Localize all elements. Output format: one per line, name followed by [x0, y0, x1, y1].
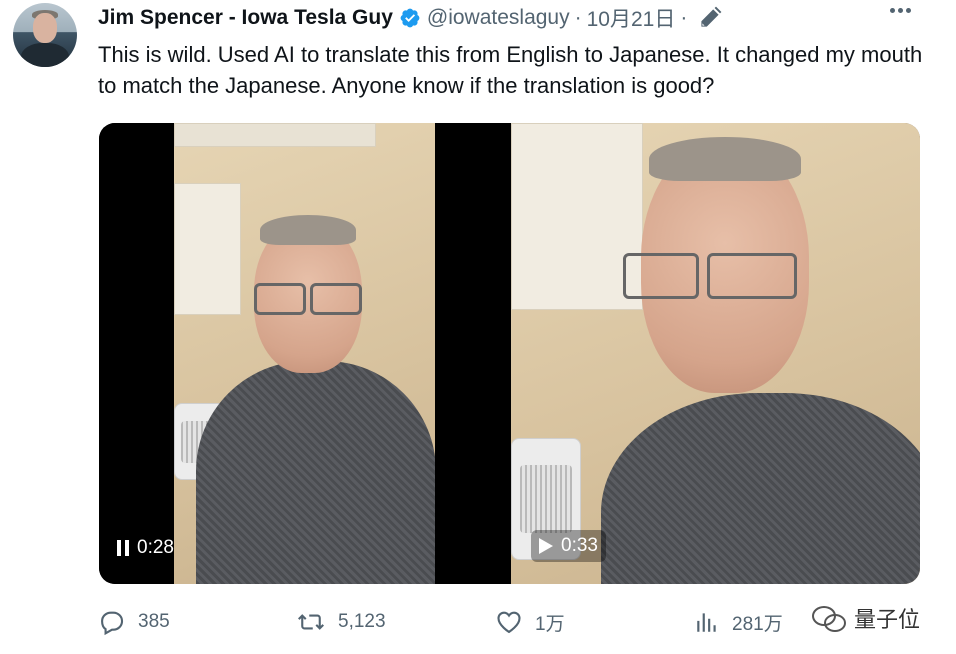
edited-pencil-icon[interactable]: [698, 6, 722, 30]
like-button[interactable]: 1万: [495, 605, 565, 639]
view-count: 281万: [732, 613, 783, 635]
tweet-actions: 385 5,123 1万 281万: [98, 605, 928, 639]
pause-icon[interactable]: [117, 540, 129, 556]
avatar-shoulders: [21, 43, 69, 67]
views-button[interactable]: 281万: [694, 605, 783, 639]
separator-dot: ·: [680, 6, 688, 29]
tweet-date[interactable]: 10月21日: [587, 3, 676, 33]
reply-button[interactable]: 385: [98, 605, 170, 639]
tweet-text: This is wild. Used AI to translate this …: [98, 42, 923, 98]
video-timestamp: 0:28: [137, 537, 174, 558]
video-timestamp: 0:33: [561, 535, 598, 556]
video-playback-control[interactable]: 0:28: [117, 532, 174, 564]
heart-icon: [497, 611, 521, 634]
tweet-header: Jim Spencer - Iowa Tesla Guy @iowateslag…: [98, 5, 722, 31]
more-options-icon[interactable]: [890, 8, 911, 13]
watermark-text: 量子位: [854, 607, 921, 632]
repost-count: 5,123: [338, 611, 386, 632]
separator-dot: ·: [574, 6, 582, 29]
play-icon[interactable]: [539, 538, 553, 554]
author-handle[interactable]: @iowateslaguy: [427, 6, 570, 30]
watermark: 量子位: [812, 602, 920, 634]
tweet-media: 0:28 0:33: [99, 123, 920, 584]
video-translated[interactable]: 0:33: [511, 123, 920, 584]
reply-count: 385: [138, 611, 170, 632]
author-avatar[interactable]: [13, 3, 77, 67]
video-frame: [174, 123, 435, 584]
verified-badge-icon[interactable]: [399, 7, 421, 29]
video-original[interactable]: 0:28: [99, 123, 507, 584]
author-name[interactable]: Jim Spencer - Iowa Tesla Guy: [98, 6, 393, 30]
video-frame: [511, 123, 920, 584]
avatar-face: [33, 13, 57, 43]
video-playback-control[interactable]: 0:33: [531, 530, 606, 562]
analytics-bar-icon: [697, 613, 716, 632]
reply-icon: [101, 611, 124, 636]
repost-button[interactable]: 5,123: [296, 605, 386, 639]
wechat-logo-icon: [812, 604, 846, 632]
like-count: 1万: [535, 613, 565, 635]
repost-icon: [298, 614, 324, 630]
